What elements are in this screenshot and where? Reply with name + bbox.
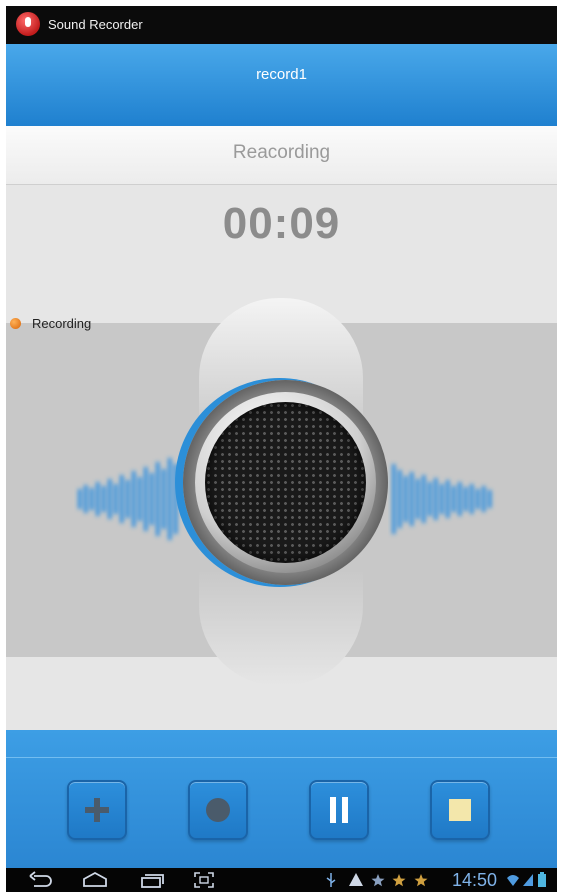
star-icon: [414, 874, 428, 887]
pause-icon: [330, 797, 336, 823]
screenshot-icon[interactable]: [193, 871, 215, 889]
elapsed-timer: 00:09: [222, 199, 341, 248]
microphone-icon: [16, 12, 40, 36]
record-name-header: record1: [6, 44, 557, 126]
status-strip: Reacording: [6, 126, 557, 185]
speaker-grille-icon: [205, 402, 366, 563]
control-divider: [6, 757, 557, 758]
stop-icon: [449, 799, 471, 821]
wifi-icon: [507, 875, 519, 886]
recording-dot-icon: [10, 318, 21, 329]
signal-icon: [523, 874, 533, 886]
record-icon: [206, 798, 230, 822]
record-name[interactable]: record1: [6, 66, 557, 83]
stop-button[interactable]: [430, 780, 490, 840]
warning-icon: [349, 873, 363, 886]
record-button[interactable]: [188, 780, 248, 840]
title-bar: Sound Recorder: [6, 6, 557, 44]
app-frame: Sound Recorder record1 Reacording 00:09 …: [6, 6, 557, 892]
recording-indicator-label: Recording: [32, 316, 92, 331]
star-icon: [392, 874, 406, 887]
left-waveform: [78, 458, 178, 540]
add-button[interactable]: [67, 780, 127, 840]
recording-status-text: Reacording: [232, 142, 331, 163]
system-clock: 14:50: [452, 870, 498, 890]
pause-button[interactable]: [309, 780, 369, 840]
battery-icon: [538, 872, 546, 887]
right-waveform: [392, 464, 492, 534]
system-navigation-bar: 14:50: [6, 868, 557, 892]
app-title: Sound Recorder: [48, 17, 143, 32]
back-icon[interactable]: [28, 871, 54, 889]
star-icon: [371, 874, 385, 887]
recent-apps-icon[interactable]: [139, 871, 165, 889]
home-icon[interactable]: [81, 871, 109, 889]
usb-icon: [326, 873, 336, 887]
